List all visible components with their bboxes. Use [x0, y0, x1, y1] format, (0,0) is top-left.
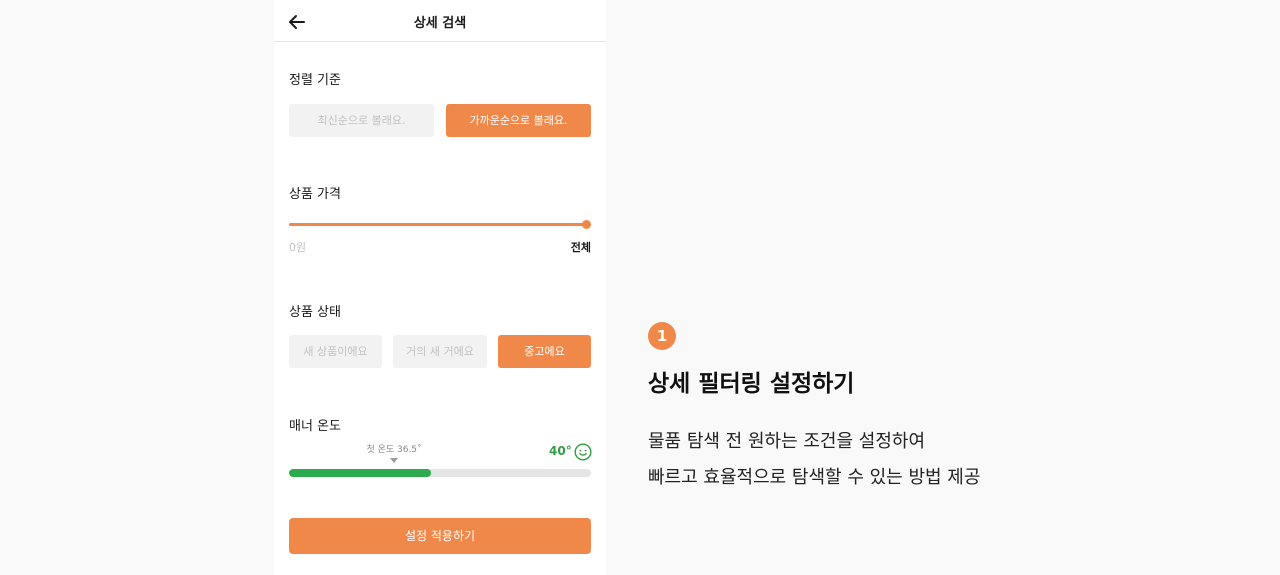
smile-face-icon: [574, 443, 592, 461]
first-temp-label: 첫 온도 36.5˚: [366, 445, 422, 455]
app-header: 상세 검색: [274, 0, 606, 42]
sort-option-latest[interactable]: 최신순으로 볼래요.: [289, 104, 434, 137]
manner-temp-fill: [289, 469, 431, 477]
step-number-badge: 1: [648, 322, 676, 350]
price-slider-track[interactable]: [289, 223, 587, 226]
feature-description-line-1: 물품 탐색 전 원하는 조건을 설정하여: [648, 431, 926, 452]
manner-section-title: 매너 온도: [289, 419, 341, 434]
page-title: 상세 검색: [413, 16, 467, 31]
price-section-title: 상품 가격: [289, 187, 341, 202]
manner-temp-bar: [289, 469, 591, 477]
condition-option-new[interactable]: 새 상품이에요: [289, 335, 382, 368]
manner-temp-value: 40°: [549, 444, 572, 458]
feature-title: 상세 필터링 설정하기: [648, 371, 855, 397]
caret-down-icon: [390, 458, 398, 463]
price-max-label: 전체: [570, 241, 591, 254]
condition-option-like-new[interactable]: 거의 새 거에요: [393, 335, 487, 368]
apply-settings-button[interactable]: 설정 적용하기: [289, 518, 591, 554]
price-min-label: 0원: [289, 241, 307, 254]
feature-description-line-2: 빠르고 효율적으로 탐색할 수 있는 방법 제공: [648, 467, 981, 488]
condition-option-used[interactable]: 중고에요: [498, 335, 591, 368]
phone-screen: 상세 검색 정렬 기준 최신순으로 볼래요. 가까운순으로 볼래요. 상품 가격…: [274, 0, 606, 575]
sort-option-nearest[interactable]: 가까운순으로 볼래요.: [446, 104, 591, 137]
price-slider-handle[interactable]: [582, 220, 591, 229]
sort-section-title: 정렬 기준: [289, 73, 341, 88]
condition-section-title: 상품 상태: [289, 305, 341, 320]
